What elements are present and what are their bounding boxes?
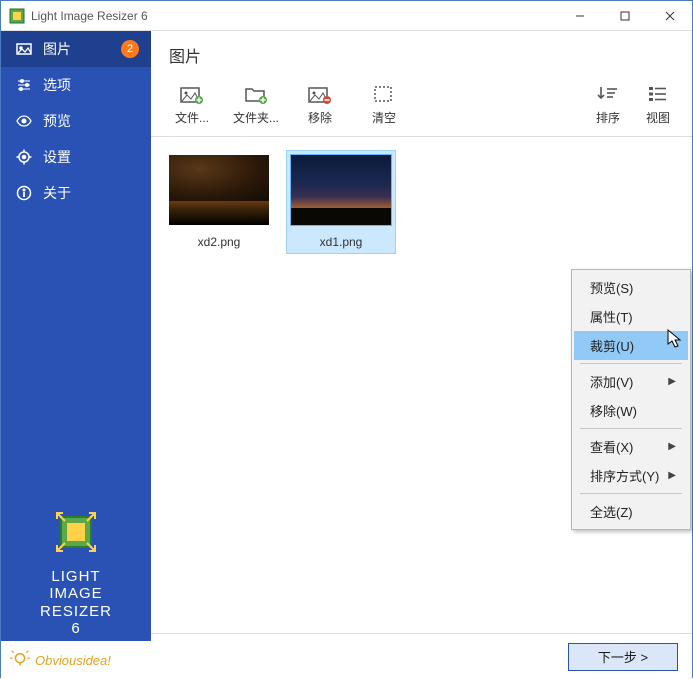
view-icon	[645, 83, 671, 105]
thumbnail-filename: xd2.png	[169, 235, 269, 249]
sidebar-item-label: 选项	[43, 75, 71, 95]
thumbnail-image	[291, 155, 391, 225]
sidebar: 图片 2 选项 预览 设置 关于	[1, 31, 151, 679]
sliders-icon	[15, 76, 33, 94]
thumbnail-item[interactable]: xd2.png	[165, 151, 273, 253]
clear-button[interactable]: 清空	[355, 79, 413, 130]
gear-icon	[15, 148, 33, 166]
sort-dropdown[interactable]: 排序	[586, 79, 630, 130]
chevron-right-icon: ▶	[668, 376, 676, 387]
minimize-button[interactable]	[557, 1, 602, 31]
add-files-button[interactable]: 文件...	[163, 79, 221, 130]
thumbnail-filename: xd1.png	[291, 235, 391, 249]
sort-icon	[595, 83, 621, 105]
add-folder-icon	[243, 83, 269, 105]
info-icon	[15, 184, 33, 202]
sidebar-item-settings[interactable]: 设置	[1, 139, 151, 175]
view-dropdown[interactable]: 视图	[636, 79, 680, 130]
ctx-preview[interactable]: 预览(S)	[574, 273, 688, 302]
titlebar: Light Image Resizer 6	[1, 1, 692, 31]
remove-button[interactable]: 移除	[291, 79, 349, 130]
sidebar-item-label: 预览	[43, 111, 71, 131]
next-button[interactable]: 下一步 >	[568, 643, 678, 671]
thumbnail-image	[169, 155, 269, 225]
app-icon	[9, 8, 25, 24]
chevron-right-icon: ▶	[668, 470, 676, 481]
toolbar-label: 清空	[372, 109, 396, 126]
toolbar-label: 移除	[308, 109, 332, 126]
count-badge: 2	[121, 40, 139, 58]
context-menu: 预览(S) 属性(T) 裁剪(U) 添加(V)▶ 移除(W) 查看(X)▶ 排序…	[571, 269, 691, 530]
lightbulb-icon	[9, 649, 31, 671]
window-title: Light Image Resizer 6	[31, 9, 148, 23]
sidebar-item-label: 关于	[43, 183, 71, 203]
next-button-label: 下一步 >	[598, 647, 648, 666]
toolbar-label: 视图	[646, 109, 670, 126]
ctx-separator	[580, 428, 682, 429]
vendor-link[interactable]: Obviousidea!	[1, 641, 151, 679]
toolbar-label: 文件夹...	[233, 109, 279, 126]
clear-icon	[371, 83, 397, 105]
close-button[interactable]	[647, 1, 692, 31]
ctx-separator	[580, 363, 682, 364]
images-icon	[15, 40, 33, 58]
sidebar-item-label: 图片	[43, 39, 71, 59]
sidebar-item-preview[interactable]: 预览	[1, 103, 151, 139]
ctx-view[interactable]: 查看(X)▶	[574, 432, 688, 461]
sidebar-item-about[interactable]: 关于	[1, 175, 151, 211]
brand-logo-icon	[51, 507, 101, 557]
ctx-remove[interactable]: 移除(W)	[574, 396, 688, 425]
footer: 下一步 >	[151, 633, 692, 679]
vendor-label: Obviousidea!	[35, 653, 111, 668]
page-title: 图片	[151, 31, 692, 75]
brand-block: LIGHT IMAGE RESIZER 6	[1, 507, 151, 637]
main-panel: 图片 文件... 文件夹... 移除 清空	[151, 31, 692, 679]
ctx-separator	[580, 493, 682, 494]
sidebar-item-options[interactable]: 选项	[1, 67, 151, 103]
toolbar-label: 文件...	[175, 109, 209, 126]
toolbar: 文件... 文件夹... 移除 清空 排序	[151, 75, 692, 137]
sidebar-item-images[interactable]: 图片 2	[1, 31, 151, 67]
ctx-properties[interactable]: 属性(T)	[574, 302, 688, 331]
thumbnail-item[interactable]: xd1.png	[287, 151, 395, 253]
ctx-sort-by[interactable]: 排序方式(Y)▶	[574, 461, 688, 490]
maximize-button[interactable]	[602, 1, 647, 31]
remove-file-icon	[307, 83, 333, 105]
toolbar-label: 排序	[596, 109, 620, 126]
chevron-right-icon: ▶	[668, 441, 676, 452]
ctx-add[interactable]: 添加(V)▶	[574, 367, 688, 396]
ctx-select-all[interactable]: 全选(Z)	[574, 497, 688, 526]
eye-icon	[15, 112, 33, 130]
ctx-crop[interactable]: 裁剪(U)	[574, 331, 688, 360]
add-folder-button[interactable]: 文件夹...	[227, 79, 285, 130]
brand-text: LIGHT IMAGE RESIZER 6	[1, 568, 151, 637]
add-file-icon	[179, 83, 205, 105]
sidebar-item-label: 设置	[43, 147, 71, 167]
